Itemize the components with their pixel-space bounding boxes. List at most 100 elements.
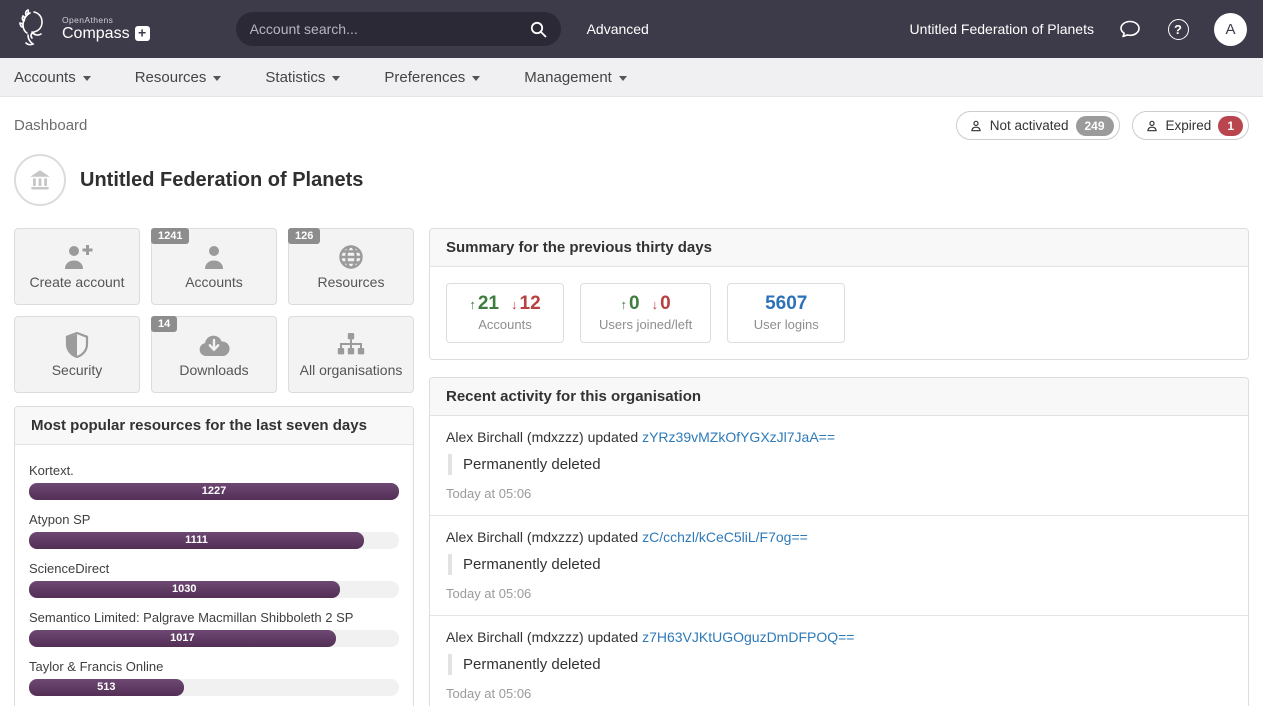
not-activated-button[interactable]: Not activated 249 — [956, 111, 1120, 140]
breadcrumb-row: Dashboard Not activated 249 Expired 1 — [0, 97, 1263, 140]
create-account-tile[interactable]: Create account — [14, 228, 140, 305]
account-link[interactable]: z7H63VJKtUGOguzDmDFPOQ== — [642, 629, 854, 645]
menu-preferences[interactable]: Preferences — [384, 69, 480, 86]
right-column: Summary for the previous thirty days ↑ 2… — [429, 228, 1249, 706]
main-content: Create account 1241 Accounts 126 — [0, 206, 1263, 706]
menu-statistics[interactable]: Statistics — [265, 69, 340, 86]
menu-management-label: Management — [524, 69, 612, 86]
plus-badge-icon — [135, 26, 150, 41]
activity-timestamp: Today at 05:06 — [446, 586, 1232, 601]
chart-row: Semantico Limited: Palgrave Macmillan Sh… — [29, 610, 399, 647]
bar-track: 1017 — [29, 630, 399, 647]
resource-name: Atypon SP — [29, 512, 399, 527]
expired-button[interactable]: Expired 1 — [1132, 111, 1249, 140]
bar-track: 1227 — [29, 483, 399, 500]
account-search-box[interactable] — [236, 12, 561, 46]
expired-label: Expired — [1166, 118, 1212, 133]
organisation-avatar — [14, 154, 66, 206]
shield-icon — [65, 332, 89, 358]
chevron-down-icon — [619, 76, 627, 81]
menu-accounts[interactable]: Accounts — [14, 69, 91, 86]
bar-fill: 1111 — [29, 532, 364, 549]
tile-label: Downloads — [179, 362, 248, 378]
dashboard-page: OpenAthens Compass Advanced Untitled Fed… — [0, 0, 1263, 706]
chevron-down-icon — [472, 76, 480, 81]
tile-label: Accounts — [185, 274, 243, 290]
tile-label: Resources — [318, 274, 385, 290]
openathens-brand[interactable]: OpenAthens Compass — [16, 7, 150, 51]
bar-track: 1030 — [29, 581, 399, 598]
help-icon[interactable] — [1166, 17, 1190, 41]
stat-label: User logins — [746, 317, 826, 332]
chart-row: Kortext. 1227 — [29, 463, 399, 500]
downloads-tile[interactable]: 14 Downloads — [151, 316, 277, 393]
activity-detail: Permanently deleted — [448, 454, 1232, 475]
status-pill-group: Not activated 249 Expired 1 — [956, 111, 1249, 140]
activity-actor: Alex Birchall (mdxzzz) updated — [446, 429, 642, 445]
bar-fill: 1030 — [29, 581, 340, 598]
accounts-stat-card[interactable]: ↑ 21 ↓ 12 Accounts — [446, 283, 564, 343]
menu-preferences-label: Preferences — [384, 69, 465, 86]
menu-resources[interactable]: Resources — [135, 69, 222, 86]
menu-management[interactable]: Management — [524, 69, 627, 86]
chart-row: Atypon SP 1111 — [29, 512, 399, 549]
person-icon — [1145, 119, 1159, 133]
page-title: Untitled Federation of Planets — [80, 169, 363, 192]
popular-resources-title: Most popular resources for the last seve… — [15, 407, 413, 445]
chevron-down-icon — [332, 76, 340, 81]
tile-label: Create account — [30, 274, 125, 290]
chevron-down-icon — [83, 76, 91, 81]
user-logins-value: 5607 — [746, 293, 826, 315]
main-menu-bar: Accounts Resources Statistics Preference… — [0, 58, 1263, 97]
chart-row: Taylor & Francis Online 513 — [29, 659, 399, 696]
account-link[interactable]: zC/cchzl/kCeC5liL/F7og== — [642, 529, 808, 545]
resource-name: Kortext. — [29, 463, 399, 478]
activity-detail: Permanently deleted — [448, 554, 1232, 575]
person-icon — [201, 244, 227, 270]
navbar-org-name: Untitled Federation of Planets — [910, 21, 1094, 37]
accounts-tile[interactable]: 1241 Accounts — [151, 228, 277, 305]
search-icon[interactable] — [530, 21, 547, 38]
user-avatar[interactable]: A — [1214, 13, 1247, 46]
bar-fill: 1227 — [29, 483, 399, 500]
messages-icon[interactable] — [1118, 17, 1142, 41]
organisation-header: Untitled Federation of Planets — [0, 140, 1263, 206]
summary-title: Summary for the previous thirty days — [430, 229, 1248, 267]
bar-fill: 513 — [29, 679, 184, 696]
summary-panel: Summary for the previous thirty days ↑ 2… — [429, 228, 1249, 360]
activity-actor: Alex Birchall (mdxzzz) updated — [446, 629, 642, 645]
users-joined-left-stat-card[interactable]: ↑ 0 ↓ 0 Users joined/left — [580, 283, 711, 343]
menu-resources-label: Resources — [135, 69, 207, 86]
security-tile[interactable]: Security — [14, 316, 140, 393]
activity-timestamp: Today at 05:06 — [446, 686, 1232, 701]
bar-track: 1111 — [29, 532, 399, 549]
up-arrow-icon: ↑ — [621, 297, 628, 312]
account-link[interactable]: zYRz39vMZkOfYGXzJl7JaA== — [642, 429, 835, 445]
resources-tile[interactable]: 126 Resources — [288, 228, 414, 305]
globe-icon — [338, 244, 364, 270]
activity-entry: Alex Birchall (mdxzzz) updated zC/cchzl/… — [430, 515, 1248, 615]
breadcrumb: Dashboard — [14, 117, 87, 134]
activity-entry: Alex Birchall (mdxzzz) updated z7H63VJKt… — [430, 615, 1248, 706]
brand-openathens-label: OpenAthens — [62, 16, 150, 25]
left-column: Create account 1241 Accounts 126 — [14, 228, 414, 706]
accounts-count-badge: 1241 — [151, 228, 189, 244]
sitemap-icon — [336, 332, 366, 358]
users-joined-value: 0 — [629, 293, 640, 315]
recent-activity-panel: Recent activity for this organisation Al… — [429, 377, 1249, 706]
person-plus-icon — [61, 244, 93, 270]
summary-body: ↑ 21 ↓ 12 Accounts — [430, 267, 1248, 359]
activity-detail: Permanently deleted — [448, 654, 1232, 675]
menu-accounts-label: Accounts — [14, 69, 76, 86]
navbar-right-group: Untitled Federation of Planets A — [910, 13, 1247, 46]
all-organisations-tile[interactable]: All organisations — [288, 316, 414, 393]
brand-compass-label: Compass — [62, 25, 130, 43]
shortcut-tile-grid: Create account 1241 Accounts 126 — [14, 228, 414, 393]
advanced-search-link[interactable]: Advanced — [587, 21, 649, 37]
downloads-count-badge: 14 — [151, 316, 177, 332]
account-search-input[interactable] — [250, 21, 530, 37]
brand-text: OpenAthens Compass — [62, 16, 150, 43]
tile-label: Security — [52, 362, 103, 378]
user-logins-stat-card[interactable]: 5607 User logins — [727, 283, 845, 343]
bar-fill: 1017 — [29, 630, 336, 647]
